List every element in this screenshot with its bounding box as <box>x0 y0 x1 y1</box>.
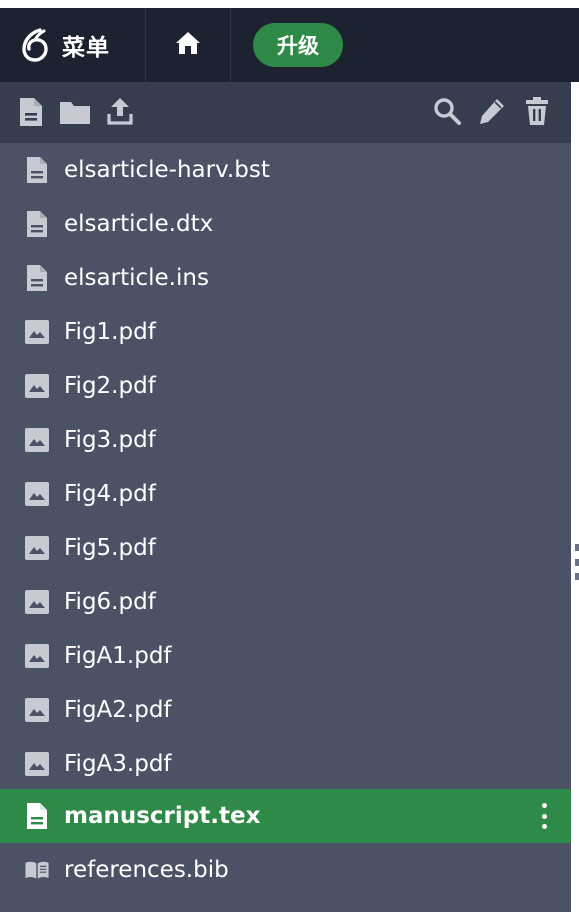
rename-pencil-icon[interactable] <box>477 96 507 130</box>
top-header: 菜单 升级 <box>0 8 579 82</box>
file-name: elsarticle-harv.bst <box>64 157 270 183</box>
new-file-icon[interactable] <box>18 96 44 132</box>
image-file-icon <box>24 641 50 671</box>
file-toolbar <box>0 82 579 143</box>
file-row-figa3-pdf[interactable]: FigA3.pdf <box>0 737 571 791</box>
text-file-icon <box>24 155 50 185</box>
file-row-references-bib[interactable]: references.bib <box>0 843 571 897</box>
file-name: elsarticle.dtx <box>64 211 214 237</box>
image-file-icon <box>24 749 50 779</box>
file-name: elsarticle.ins <box>64 265 209 291</box>
image-file-icon <box>24 371 50 401</box>
file-name: Fig3.pdf <box>64 427 156 453</box>
file-tree: elsarticle-harv.bst elsarticle.dtx elsar… <box>0 143 571 912</box>
file-row-elsarticle-ins[interactable]: elsarticle.ins <box>0 251 571 305</box>
image-file-icon <box>24 587 50 617</box>
editor-file-panel: 菜单 升级 elsarticle-harv.bst elsarticle.dtx… <box>0 0 579 912</box>
file-options-menu-button[interactable] <box>532 803 556 829</box>
file-name: Fig5.pdf <box>64 535 156 561</box>
file-name: manuscript.tex <box>64 803 261 829</box>
book-icon <box>24 855 50 885</box>
menu-label: 菜单 <box>62 35 110 61</box>
search-icon[interactable] <box>432 96 462 130</box>
new-folder-icon[interactable] <box>58 98 92 130</box>
image-file-icon <box>24 479 50 509</box>
top-edge <box>0 0 579 8</box>
upgrade-button[interactable]: 升级 <box>253 23 343 67</box>
image-file-icon <box>24 317 50 347</box>
file-name: Fig4.pdf <box>64 481 156 507</box>
file-name: FigA1.pdf <box>64 643 172 669</box>
image-file-icon <box>24 533 50 563</box>
text-file-icon <box>24 801 50 831</box>
home-icon <box>174 30 202 60</box>
file-row-fig3-pdf[interactable]: Fig3.pdf <box>0 413 571 467</box>
file-name: Fig6.pdf <box>64 589 156 615</box>
image-file-icon <box>24 695 50 725</box>
file-row-elsarticle-harv-bst[interactable]: elsarticle-harv.bst <box>0 143 571 197</box>
file-row-figa2-pdf[interactable]: FigA2.pdf <box>0 683 571 737</box>
file-row-fig6-pdf[interactable]: Fig6.pdf <box>0 575 571 629</box>
file-name: FigA3.pdf <box>64 751 172 777</box>
menu-button[interactable]: 菜单 <box>0 8 146 82</box>
file-row-elsarticle-dtx[interactable]: elsarticle.dtx <box>0 197 571 251</box>
panel-edge <box>571 82 579 912</box>
overleaf-logo-icon <box>20 26 52 64</box>
upload-icon[interactable] <box>106 96 134 130</box>
file-name: FigA2.pdf <box>64 697 172 723</box>
file-name: Fig1.pdf <box>64 319 156 345</box>
text-file-icon <box>24 263 50 293</box>
panel-resize-handle[interactable] <box>575 544 579 580</box>
file-row-manuscript-tex[interactable]: manuscript.tex <box>0 789 571 843</box>
file-row-figa1-pdf[interactable]: FigA1.pdf <box>0 629 571 683</box>
file-name: Fig2.pdf <box>64 373 156 399</box>
file-name: references.bib <box>64 857 229 883</box>
delete-trash-icon[interactable] <box>524 96 550 130</box>
home-button[interactable] <box>146 8 231 82</box>
file-row-fig4-pdf[interactable]: Fig4.pdf <box>0 467 571 521</box>
text-file-icon <box>24 209 50 239</box>
file-row-fig2-pdf[interactable]: Fig2.pdf <box>0 359 571 413</box>
image-file-icon <box>24 425 50 455</box>
file-row-fig5-pdf[interactable]: Fig5.pdf <box>0 521 571 575</box>
file-row-fig1-pdf[interactable]: Fig1.pdf <box>0 305 571 359</box>
